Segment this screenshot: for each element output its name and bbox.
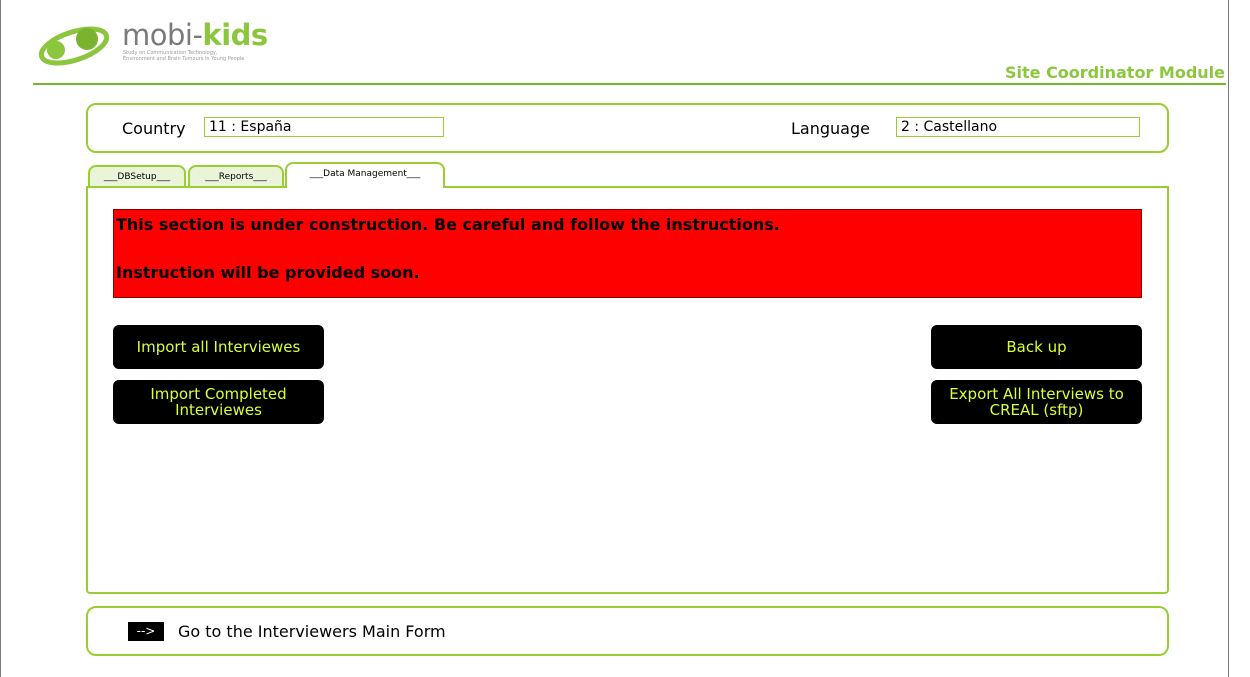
tab-data-management[interactable]: ___Data Management___ — [285, 162, 445, 188]
warning-line-2: Instruction will be provided soon. — [116, 263, 420, 282]
country-label: Country — [122, 119, 186, 138]
header-divider — [33, 83, 1226, 85]
module-title: Site Coordinator Module — [1004, 63, 1225, 82]
mobi-kids-logo-icon — [38, 26, 110, 66]
interviewers-main-form-link[interactable]: Go to the Interviewers Main Form — [178, 622, 446, 641]
language-label: Language — [791, 119, 870, 138]
export-creal-button[interactable]: Export All Interviews to CREAL (sftp) — [931, 380, 1142, 424]
tab-dbsetup[interactable]: ___DBSetup___ — [88, 165, 186, 187]
brand-name: mobi-kids — [122, 18, 268, 52]
brand-tagline: Study on Communication Technology, Envir… — [123, 50, 245, 62]
construction-warning: This section is under construction. Be c… — [113, 209, 1142, 298]
import-completed-button[interactable]: Import Completed Interviewes — [113, 380, 324, 424]
app-header: mobi-kids Study on Communication Technol… — [0, 0, 1229, 86]
back-up-button[interactable]: Back up — [931, 325, 1142, 369]
footer-panel: --> Go to the Interviewers Main Form — [86, 606, 1169, 656]
tab-reports[interactable]: ___Reports___ — [188, 165, 284, 187]
country-language-panel: Country 11 : España Language 2 : Castell… — [86, 103, 1169, 153]
go-arrow-button[interactable]: --> — [128, 622, 164, 641]
warning-line-1: This section is under construction. Be c… — [116, 215, 780, 234]
country-field[interactable]: 11 : España — [204, 117, 444, 137]
import-all-button[interactable]: Import all Interviewes — [113, 325, 324, 369]
language-field[interactable]: 2 : Castellano — [896, 117, 1140, 137]
